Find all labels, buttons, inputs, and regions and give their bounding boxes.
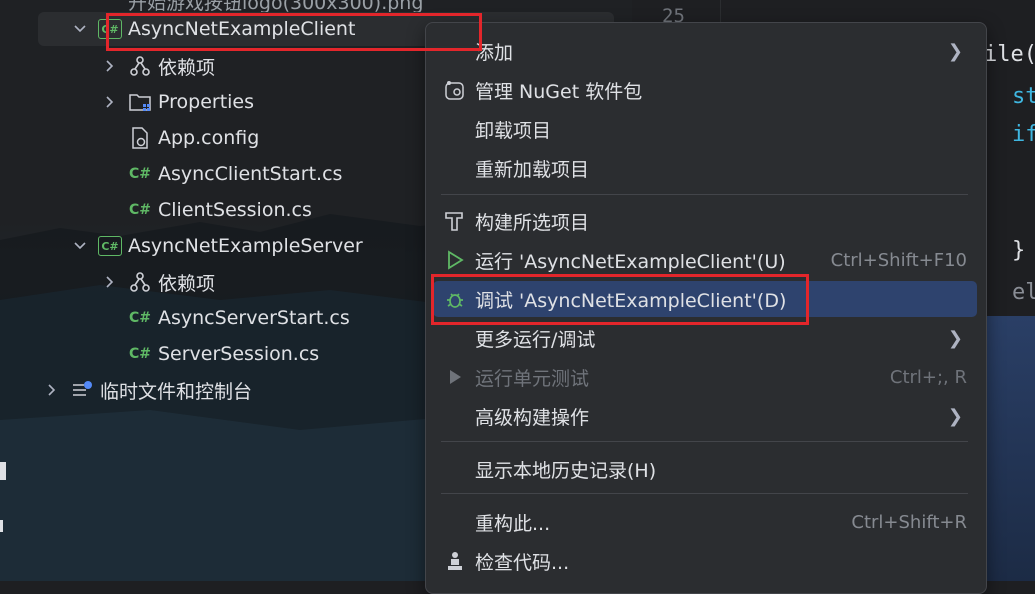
tree-item-label: Properties: [158, 91, 255, 113]
menu-item-unload-project[interactable]: 卸载项目: [433, 111, 977, 147]
csharp-file-icon: C#: [128, 202, 151, 218]
nuget-icon: [442, 77, 468, 103]
submenu-arrow-icon: ❯: [947, 327, 963, 349]
menu-separator: [441, 493, 968, 494]
menu-item-more-run-debug[interactable]: 更多运行/调试 ❯: [433, 320, 977, 356]
chevron-right-icon[interactable]: [100, 56, 120, 76]
chevron-right-icon[interactable]: [42, 380, 62, 400]
dependencies-icon: [128, 54, 152, 78]
code-fragment: el: [1012, 280, 1035, 305]
tree-item-label: 依赖项: [158, 56, 216, 79]
context-menu: 添加 ❯ 管理 NuGet 软件包 卸载项目 重新加载项目 构建所选项目 运行 …: [425, 22, 987, 594]
tree-item-server-session[interactable]: C# ServerSession.cs: [128, 337, 319, 371]
tree-item-label: AsyncClientStart.cs: [158, 163, 343, 185]
tree-item-label: 依赖项: [158, 272, 216, 295]
code-fragment: st: [1012, 84, 1035, 109]
build-hammer-icon: [442, 208, 468, 234]
menu-separator: [441, 441, 968, 442]
code-fragment: }: [1012, 238, 1026, 263]
menu-item-reload-project[interactable]: 重新加载项目: [433, 150, 977, 186]
menu-item-add[interactable]: 添加 ❯: [433, 33, 977, 69]
scratches-icon: [70, 378, 94, 402]
run-tests-icon: [442, 364, 468, 390]
csharp-file-icon: C#: [128, 346, 151, 362]
tree-item-app-config[interactable]: App.config: [128, 121, 259, 155]
editor-highlight-stripe: [984, 316, 1035, 581]
csharp-file-icon: C#: [128, 166, 151, 182]
submenu-arrow-icon: ❯: [947, 40, 963, 62]
tree-item-label: AsyncNetExampleClient: [128, 18, 356, 40]
tree-item-properties[interactable]: Properties: [100, 85, 254, 119]
tree-item-server-project[interactable]: C# AsyncNetExampleServer: [70, 229, 363, 263]
menu-item-refactor-this[interactable]: 重构此... Ctrl+Shift+R: [433, 504, 977, 540]
csharp-project-icon: C#: [98, 234, 122, 258]
tree-item-async-client-start[interactable]: C# AsyncClientStart.cs: [128, 157, 342, 191]
tree-item-async-server-start[interactable]: C# AsyncServerStart.cs: [128, 301, 350, 335]
menu-item-run[interactable]: 运行 'AsyncNetExampleClient'(U) Ctrl+Shift…: [433, 242, 977, 278]
menu-item-inspect-code[interactable]: 检查代码...: [433, 543, 977, 579]
chevron-down-icon[interactable]: [70, 236, 90, 256]
menu-item-local-history[interactable]: 显示本地历史记录(H): [433, 451, 977, 487]
run-icon: [442, 247, 468, 273]
csharp-file-icon: C#: [128, 310, 151, 326]
tree-item-label: AsyncServerStart.cs: [158, 307, 350, 329]
tree-item-client-session[interactable]: C# ClientSession.cs: [128, 193, 312, 227]
dependencies-icon: [128, 270, 152, 294]
tree-item-server-deps[interactable]: 依赖项: [100, 265, 215, 299]
menu-item-manage-nuget[interactable]: 管理 NuGet 软件包: [433, 72, 977, 108]
menu-item-debug[interactable]: 调试 'AsyncNetExampleClient'(D): [433, 281, 977, 317]
inspect-code-icon: [442, 548, 468, 574]
menu-item-advanced-build[interactable]: 高级构建操作 ❯: [433, 398, 977, 434]
tree-item-label: App.config: [158, 127, 260, 149]
chevron-right-icon[interactable]: [100, 272, 120, 292]
tree-item-label: ClientSession.cs: [158, 199, 312, 221]
csharp-project-icon: C#: [98, 17, 122, 41]
menu-separator: [441, 194, 968, 195]
tree-item-label: AsyncNetExampleServer: [128, 235, 363, 257]
tree-item-scratches[interactable]: 临时文件和控制台: [42, 373, 252, 407]
menu-item-build-selected[interactable]: 构建所选项目: [433, 203, 977, 239]
window-edge-marker: [0, 462, 6, 480]
tree-item-label: 临时文件和控制台: [100, 380, 253, 403]
code-fragment: ile(: [984, 42, 1035, 67]
config-file-icon: [128, 126, 152, 150]
code-fragment: if: [1012, 122, 1035, 147]
tree-item-label: ServerSession.cs: [158, 343, 320, 365]
chevron-right-icon[interactable]: [100, 92, 120, 112]
folder-icon: [128, 90, 152, 114]
debug-bug-icon: [442, 286, 468, 312]
tree-item-client-deps[interactable]: 依赖项: [100, 49, 215, 83]
submenu-arrow-icon: ❯: [947, 405, 963, 427]
menu-item-run-unit-tests[interactable]: 运行单元测试 Ctrl+;, R: [433, 359, 977, 395]
chevron-down-icon[interactable]: [70, 19, 90, 39]
window-edge-marker: [0, 520, 3, 532]
